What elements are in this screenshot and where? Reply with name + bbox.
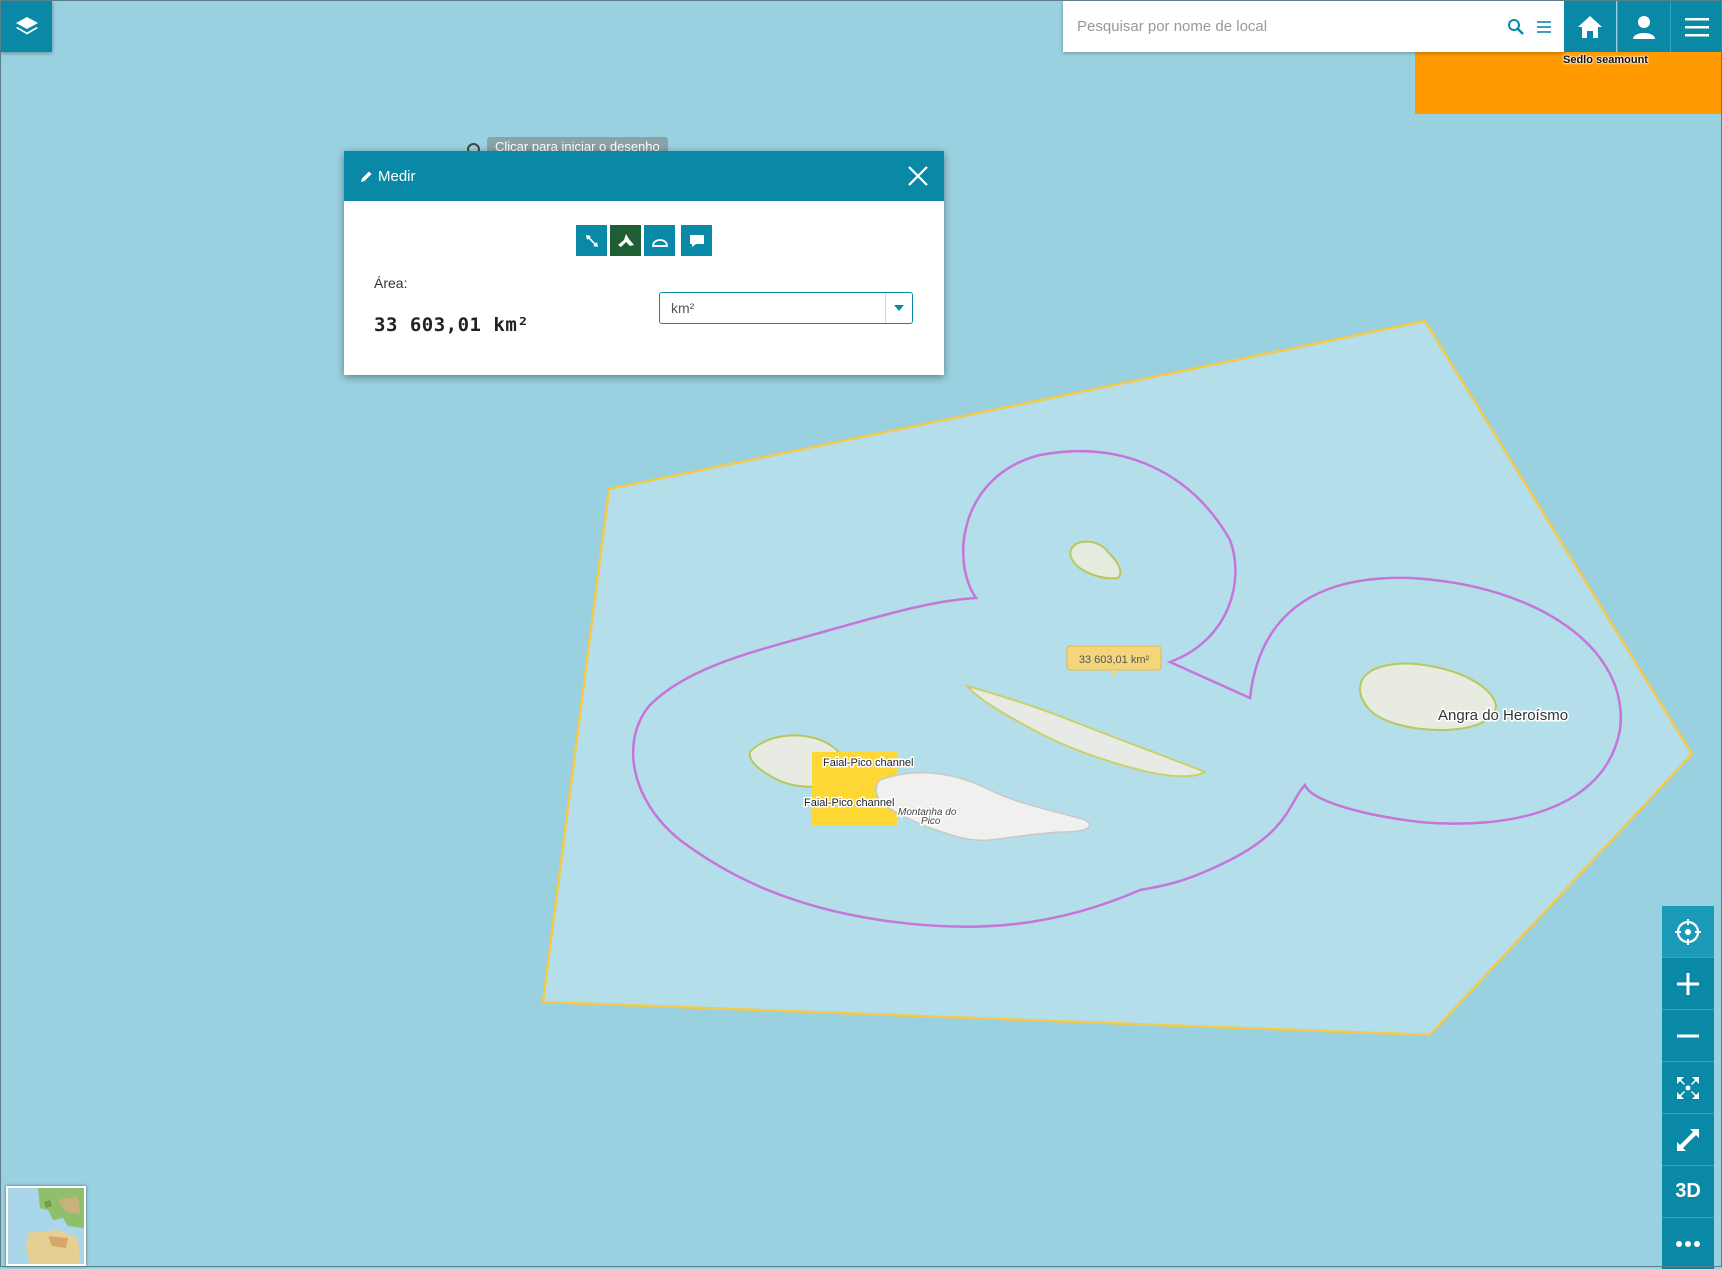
label-pico: Pico	[921, 816, 941, 827]
menu-icon	[1685, 17, 1709, 36]
measure-distance-button[interactable]	[576, 225, 607, 256]
measure-panel-header: Medir	[344, 151, 944, 201]
distance-icon	[585, 234, 598, 247]
angle-icon	[651, 238, 668, 247]
measure-panel: Medir Área: 33 603,01 km² km²	[344, 151, 944, 375]
pencil-icon	[361, 171, 372, 182]
search-input[interactable]	[1063, 0, 1502, 53]
search-icon[interactable]	[1502, 13, 1530, 41]
minus-icon	[1677, 1034, 1699, 1037]
unit-select[interactable]: km²	[659, 292, 913, 324]
fullscreen-button[interactable]	[1662, 1114, 1714, 1166]
measure-area-button[interactable]	[610, 225, 641, 256]
area-icon	[617, 233, 634, 247]
close-icon	[908, 166, 928, 186]
menu-button[interactable]	[1670, 1, 1722, 52]
label-channel-2: Faial-Pico channel	[804, 797, 895, 809]
measure-tool-group	[576, 225, 712, 256]
measure-area-polygon	[541, 319, 1694, 1037]
draw-hint-tooltip: Clicar para iniciar o desenho	[487, 137, 668, 152]
full-extent-icon	[1677, 1076, 1699, 1099]
area-tooltip-text: 33 603,01 km²	[1079, 654, 1150, 666]
speech-bubble-icon	[689, 234, 704, 247]
close-button[interactable]	[906, 164, 930, 188]
overview-map-image	[8, 1188, 84, 1264]
crosshair-icon	[1675, 918, 1701, 945]
chevron-down-icon	[885, 293, 912, 323]
layers-button[interactable]	[1, 1, 52, 52]
zoom-out-button[interactable]	[1662, 1010, 1714, 1062]
label-channel-1: Faial-Pico channel	[823, 757, 914, 769]
annotation-button[interactable]	[681, 225, 712, 256]
plus-icon	[1677, 972, 1699, 995]
area-value: 33 603,01 km²	[374, 314, 530, 336]
overview-map[interactable]	[6, 1186, 86, 1266]
measure-panel-title: Medir	[378, 167, 416, 185]
more-button[interactable]	[1662, 1218, 1714, 1269]
map-controls: 3D	[1662, 906, 1714, 1269]
layers-icon	[15, 16, 38, 34]
search-bar	[1063, 0, 1564, 53]
user-icon	[1633, 15, 1655, 39]
zoom-in-button[interactable]	[1662, 958, 1714, 1010]
3d-button[interactable]: 3D	[1662, 1166, 1714, 1218]
area-label: Área:	[374, 275, 408, 291]
fullscreen-icon	[1677, 1128, 1699, 1151]
unit-select-value: km²	[671, 300, 695, 316]
home-button[interactable]	[1564, 1, 1616, 52]
user-button[interactable]	[1617, 1, 1670, 52]
label-sedlo-seamount: Sedlo seamount	[1563, 54, 1648, 66]
full-extent-button[interactable]	[1662, 1062, 1714, 1114]
locate-button[interactable]	[1662, 906, 1714, 958]
measure-angle-button[interactable]	[644, 225, 675, 256]
list-icon[interactable]	[1530, 13, 1558, 41]
home-icon	[1578, 15, 1602, 38]
more-icon	[1676, 1240, 1700, 1247]
label-angra: Angra do Heroísmo	[1438, 707, 1568, 724]
